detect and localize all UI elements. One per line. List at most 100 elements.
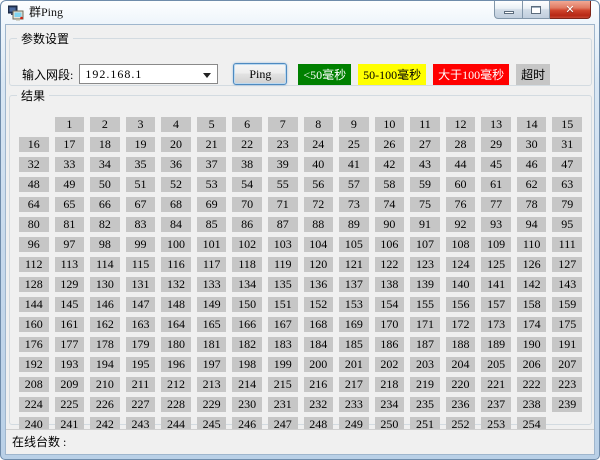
host-cell: 32 — [19, 157, 49, 172]
host-cell: 95 — [552, 217, 582, 232]
host-cell: 193 — [55, 357, 85, 372]
host-cell: 106 — [375, 237, 405, 252]
host-cell: 135 — [268, 277, 298, 292]
host-cell: 77 — [481, 197, 511, 212]
host-cell: 217 — [339, 377, 369, 392]
host-cell: 29 — [481, 137, 511, 152]
host-cell: 84 — [161, 217, 191, 232]
param-row: 输入网段: 192.168.1 Ping <50毫秒 50-100毫秒 大于10… — [22, 63, 550, 85]
host-cell: 62 — [517, 177, 547, 192]
host-cell: 198 — [232, 357, 262, 372]
client-area: 参数设置 输入网段: 192.168.1 Ping <50毫秒 50-100毫秒… — [5, 24, 595, 455]
host-cell: 59 — [410, 177, 440, 192]
host-cell: 142 — [517, 277, 547, 292]
minimize-button[interactable] — [494, 1, 523, 19]
title-bar[interactable]: 群Ping ✕ — [1, 1, 599, 24]
host-cell: 112 — [19, 257, 49, 272]
host-cell: 40 — [304, 157, 334, 172]
maximize-button[interactable] — [523, 1, 550, 19]
host-cell: 169 — [339, 317, 369, 332]
host-cell: 166 — [232, 317, 262, 332]
host-cell: 38 — [232, 157, 262, 172]
network-computers-icon[interactable] — [8, 5, 24, 21]
host-cell: 194 — [90, 357, 120, 372]
host-cell: 189 — [481, 337, 511, 352]
host-cell: 88 — [304, 217, 334, 232]
host-cell: 223 — [552, 377, 582, 392]
host-cell: 19 — [126, 137, 156, 152]
host-cell: 168 — [304, 317, 334, 332]
host-cell: 196 — [161, 357, 191, 372]
host-cell: 60 — [446, 177, 476, 192]
host-cell: 69 — [197, 197, 227, 212]
host-cell: 41 — [339, 157, 369, 172]
host-cell: 161 — [55, 317, 85, 332]
host-cell: 147 — [126, 297, 156, 312]
host-cell: 26 — [375, 137, 405, 152]
host-cell: 145 — [55, 297, 85, 312]
host-cell: 182 — [232, 337, 262, 352]
host-cell: 204 — [446, 357, 476, 372]
host-cell: 195 — [126, 357, 156, 372]
host-cell: 64 — [19, 197, 49, 212]
host-cell: 98 — [90, 237, 120, 252]
host-cell: 55 — [268, 177, 298, 192]
host-cell: 123 — [410, 257, 440, 272]
app-window: 群Ping ✕ 参数设置 输入网段: 192.168.1 Ping <50毫秒 … — [0, 0, 600, 460]
params-groupbox: 参数设置 输入网段: 192.168.1 Ping <50毫秒 50-100毫秒… — [9, 30, 592, 86]
host-cell: 128 — [19, 277, 49, 292]
results-groupbox: 结果 1234567891011121314151617181920212223… — [9, 87, 592, 425]
host-cell: 197 — [197, 357, 227, 372]
host-cell: 85 — [197, 217, 227, 232]
host-cell: 20 — [161, 137, 191, 152]
host-cell: 125 — [481, 257, 511, 272]
host-cell: 230 — [232, 397, 262, 412]
host-cell: 214 — [232, 377, 262, 392]
host-cell: 79 — [552, 197, 582, 212]
host-cell: 205 — [481, 357, 511, 372]
host-cell: 15 — [552, 117, 582, 132]
host-cell: 155 — [410, 297, 440, 312]
host-cell: 52 — [161, 177, 191, 192]
host-cell: 99 — [126, 237, 156, 252]
ping-button[interactable]: Ping — [233, 63, 287, 85]
legend-timeout: 超时 — [516, 64, 550, 85]
host-cell: 164 — [161, 317, 191, 332]
host-cell: 236 — [446, 397, 476, 412]
close-button[interactable]: ✕ — [550, 1, 591, 19]
host-cell: 212 — [161, 377, 191, 392]
host-cell: 46 — [517, 157, 547, 172]
host-cell: 57 — [339, 177, 369, 192]
host-cell: 234 — [375, 397, 405, 412]
host-cell: 162 — [90, 317, 120, 332]
host-cell: 110 — [517, 237, 547, 252]
host-cell: 118 — [232, 257, 262, 272]
host-cell: 180 — [161, 337, 191, 352]
host-cell: 131 — [126, 277, 156, 292]
host-cell: 5 — [197, 117, 227, 132]
host-cell: 149 — [197, 297, 227, 312]
host-cell: 71 — [268, 197, 298, 212]
dropdown-arrow-icon[interactable] — [203, 73, 211, 78]
host-cell: 83 — [126, 217, 156, 232]
host-cell: 100 — [161, 237, 191, 252]
host-cell: 175 — [552, 317, 582, 332]
host-cell: 109 — [481, 237, 511, 252]
host-cell: 22 — [232, 137, 262, 152]
host-cell: 160 — [19, 317, 49, 332]
host-cell: 213 — [197, 377, 227, 392]
host-cell: 132 — [161, 277, 191, 292]
host-cell: 156 — [446, 297, 476, 312]
host-cell: 75 — [410, 197, 440, 212]
host-cell: 141 — [481, 277, 511, 292]
host-cell: 31 — [552, 137, 582, 152]
host-cell: 220 — [446, 377, 476, 392]
host-cell: 167 — [268, 317, 298, 332]
host-cell: 192 — [19, 357, 49, 372]
host-cell: 108 — [446, 237, 476, 252]
network-segment-combobox[interactable]: 192.168.1 — [79, 64, 218, 84]
host-cell: 200 — [304, 357, 334, 372]
legend-row: <50毫秒 50-100毫秒 大于100毫秒 超时 — [298, 64, 550, 85]
host-cell: 172 — [446, 317, 476, 332]
host-cell: 159 — [552, 297, 582, 312]
